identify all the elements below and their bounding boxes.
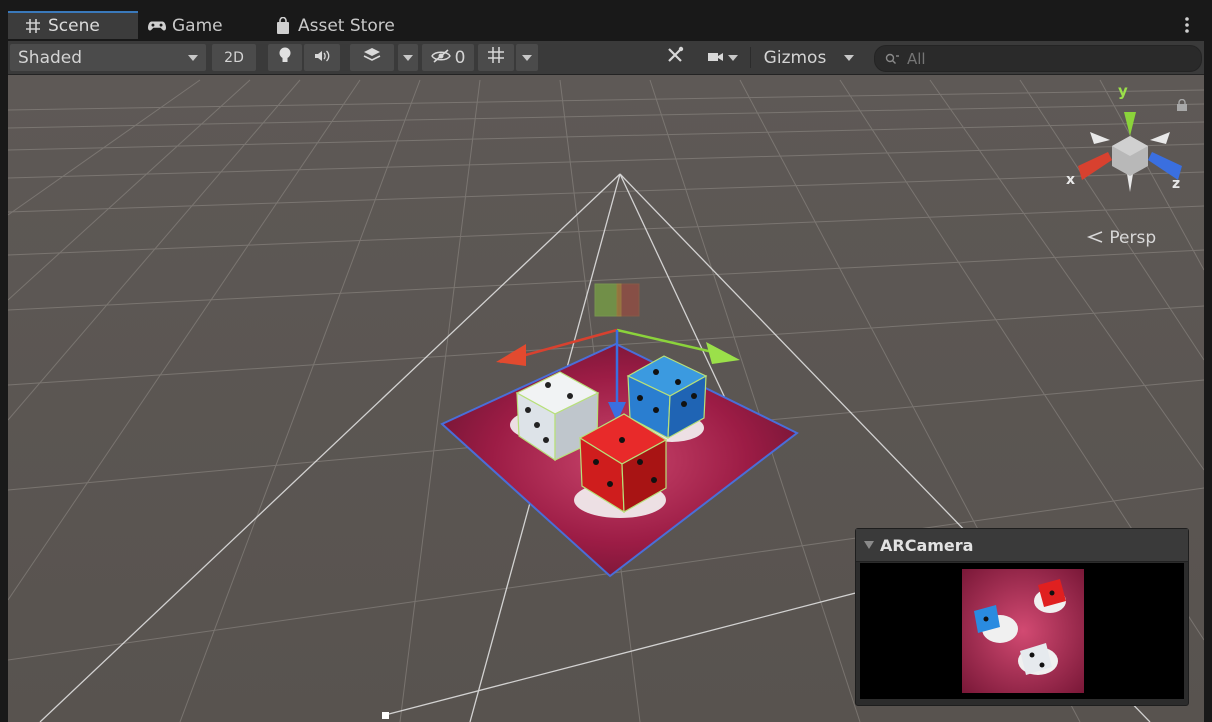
tab-game[interactable]: Game bbox=[148, 13, 223, 39]
gamepad-icon bbox=[148, 17, 166, 35]
grid-icon bbox=[487, 46, 505, 69]
chevron-down-icon bbox=[728, 54, 738, 61]
scene-toolbar: Shaded 2D 0 Gizmos All bbox=[8, 41, 1204, 75]
light-bulb-icon bbox=[278, 46, 292, 69]
gizmo-y-label: y bbox=[1118, 82, 1128, 100]
search-icon bbox=[885, 53, 899, 65]
gizmo-x-label: x bbox=[1066, 172, 1076, 188]
gizmos-dropdown-button[interactable] bbox=[838, 44, 860, 71]
scene-audio-toggle[interactable] bbox=[304, 44, 340, 71]
scene-lighting-toggle[interactable] bbox=[268, 44, 302, 71]
scene-search[interactable] bbox=[874, 45, 1202, 72]
search-input[interactable] bbox=[905, 48, 1189, 69]
grid-toggle[interactable] bbox=[478, 44, 514, 71]
gizmo-z-label: z bbox=[1172, 176, 1181, 192]
toggle-2d-button[interactable]: 2D bbox=[212, 44, 256, 71]
camera-settings-dropdown[interactable] bbox=[700, 44, 746, 71]
projection-toggle[interactable]: Persp bbox=[1086, 228, 1156, 248]
speaker-icon bbox=[313, 48, 331, 68]
scene-grid-icon bbox=[24, 17, 42, 35]
grid-dropdown-button[interactable] bbox=[516, 44, 538, 71]
gizmos-toggle[interactable]: Gizmos bbox=[754, 44, 836, 71]
chevron-down-icon bbox=[522, 54, 532, 61]
tools-crossed-icon bbox=[666, 46, 684, 69]
tab-asset-store[interactable]: Asset Store bbox=[274, 13, 395, 39]
tools-toggle[interactable] bbox=[658, 44, 692, 71]
lock-icon[interactable] bbox=[1176, 96, 1188, 111]
tab-scene[interactable]: Scene bbox=[8, 11, 138, 39]
chevron-down-icon bbox=[188, 54, 198, 61]
effects-layers-icon bbox=[362, 47, 382, 68]
projection-label: Persp bbox=[1109, 228, 1157, 248]
scene-effects-toggle[interactable] bbox=[350, 44, 394, 71]
frustum-handle bbox=[382, 712, 389, 719]
eye-hidden-icon bbox=[430, 48, 451, 68]
chevron-down-icon bbox=[844, 54, 854, 61]
hidden-objects-toggle[interactable]: 0 bbox=[422, 44, 474, 71]
draw-mode-label: Shaded bbox=[18, 47, 83, 68]
persp-arrow-icon bbox=[1086, 228, 1109, 248]
gizmos-label: Gizmos bbox=[763, 47, 827, 68]
window-tab-bar: Scene Game Asset Store bbox=[8, 9, 1204, 39]
camera-preview-image bbox=[860, 563, 1184, 699]
toggle-2d-label: 2D bbox=[224, 49, 244, 66]
more-options-icon[interactable] bbox=[1184, 16, 1190, 34]
camera-icon bbox=[708, 48, 724, 68]
camera-preview-header[interactable]: ARCamera bbox=[856, 529, 1188, 562]
tab-label: Scene bbox=[48, 16, 100, 36]
collapse-triangle-icon bbox=[864, 541, 874, 549]
effects-dropdown-button[interactable] bbox=[398, 44, 418, 71]
tab-label: Asset Store bbox=[298, 16, 395, 36]
camera-preview-panel: ARCamera bbox=[855, 528, 1189, 706]
shopping-bag-icon bbox=[274, 17, 292, 35]
draw-mode-dropdown[interactable]: Shaded bbox=[10, 44, 206, 71]
toolbar-divider bbox=[750, 47, 751, 68]
camera-preview-title: ARCamera bbox=[880, 535, 974, 555]
chevron-down-icon bbox=[403, 54, 413, 61]
tab-label: Game bbox=[172, 16, 223, 36]
hidden-count: 0 bbox=[454, 47, 466, 68]
